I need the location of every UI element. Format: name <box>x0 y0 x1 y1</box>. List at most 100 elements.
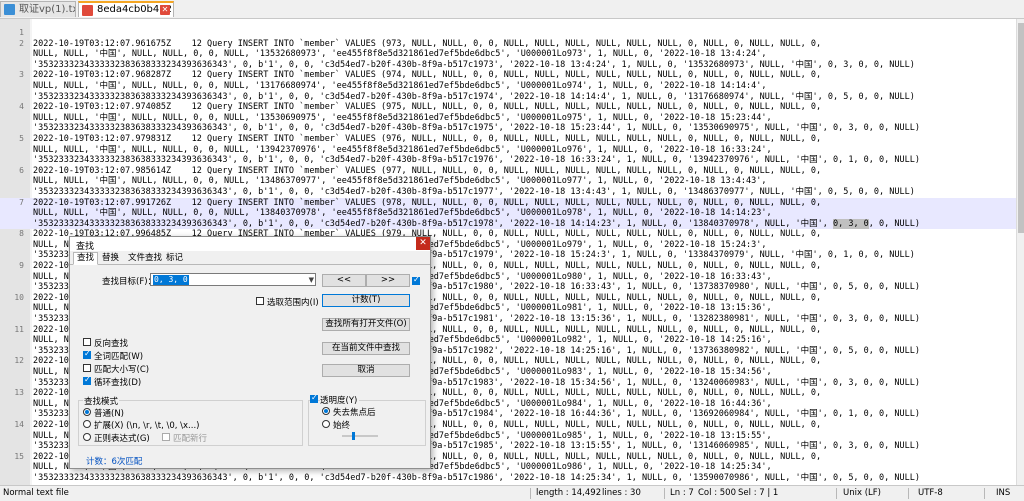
close-icon[interactable]: ✕ <box>416 237 430 250</box>
mode-extended-label: 扩展(X) (\n, \r, \t, \0, \x...) <box>94 421 200 431</box>
match-case-label: 匹配大小写(C) <box>94 365 150 375</box>
editor-line[interactable]: '3532333234333332383638333234393636343',… <box>0 187 1016 198</box>
line-number: 6 <box>19 165 24 175</box>
tab-mark[interactable]: 标记 <box>166 253 183 264</box>
editor-line[interactable]: '3532333234333332383638333234393636343',… <box>0 92 1016 103</box>
line-text-segment: '3532333234333332383638333234393636343',… <box>33 218 833 229</box>
editor-line[interactable]: NULL, NULL, '中国', NULL, NULL, 0, 0, NULL… <box>0 176 1016 187</box>
line-number: 14 <box>14 419 24 429</box>
line-number: 9 <box>19 261 24 271</box>
status-bar: Normal text file length : 14,492 lines :… <box>0 485 1024 501</box>
editor-line[interactable]: NULL, NULL, '中国', NULL, NULL, 0, 0, NULL… <box>0 113 1016 124</box>
line-text-segment: NULL, NULL, '中国', NULL, NULL, 0, 0, NULL… <box>33 49 767 60</box>
line-text: NULL, NULL, '中国', NULL, NULL, 0, 0, NULL… <box>33 113 772 124</box>
editor-line[interactable]: 5 2022-10-19T03:12:07.979831Z 12 Query IN… <box>0 134 1016 145</box>
chevron-down-icon[interactable]: ▼ <box>309 274 314 287</box>
in-selection-label: 选取范围内(I) <box>267 298 319 308</box>
cancel-button[interactable]: 取消 <box>322 364 410 377</box>
editor-line[interactable]: 3 2022-10-19T03:12:07.968287Z 12 Query IN… <box>0 70 1016 81</box>
file-type: Normal text file <box>3 488 69 498</box>
unsaved-file-icon <box>82 5 93 16</box>
line-text-segment: 2022-10-19T03:12:07.968287Z 12 Query INS… <box>33 70 822 81</box>
transparency-checkbox[interactable] <box>310 393 318 403</box>
editor-line[interactable]: '3532333234333332383638333234393636343',… <box>0 123 1016 134</box>
line-number: 13 <box>14 388 24 398</box>
trans-lose-focus-radio[interactable] <box>322 407 330 415</box>
line-text-segment: 2022-10-19T03:12:07.961675Z 12 Query INS… <box>33 38 822 49</box>
count-button[interactable]: 计数(T) <box>322 294 410 307</box>
tab-file-2[interactable]: 8eda4cb0b452.log ✕ <box>78 1 174 17</box>
dialog-titlebar[interactable]: 查找 ✕ <box>70 237 430 252</box>
vertical-scrollbar[interactable] <box>1016 19 1024 485</box>
trans-always-radio[interactable] <box>322 420 330 428</box>
editor-line[interactable]: 4 2022-10-19T03:12:07.974085Z 12 Query IN… <box>0 102 1016 113</box>
find-all-open-button[interactable]: 查找所有打开文件(O) <box>322 318 410 331</box>
mode-regex-label: 正则表达式(G) <box>94 434 150 444</box>
tab-replace[interactable]: 替换 <box>102 253 119 264</box>
find-all-current-button[interactable]: 在当前文件中查找 <box>322 342 410 355</box>
mode-normal-radio[interactable] <box>83 408 91 416</box>
line-text: '3532333234333332383638333234393636343',… <box>33 60 915 71</box>
line-text: NULL, NULL, '中国', NULL, NULL, 0, 0, NULL… <box>33 81 766 92</box>
line-text: 2022-10-19T03:12:07.991726Z 12 Query INS… <box>33 198 821 209</box>
mode-extended-radio[interactable] <box>83 420 91 428</box>
line-number: 15 <box>14 451 24 461</box>
scrollbar-thumb[interactable] <box>1018 23 1024 233</box>
tab-file-1[interactable]: 取证vp(1).txt <box>0 1 76 17</box>
line-text-segment: '3532333234333332383638333234393636343',… <box>33 59 915 70</box>
dialog-tabs: 查找 替换 文件查找 标记 <box>70 252 430 265</box>
dialog-title: 查找 <box>76 242 95 252</box>
doc-length: length : 14,492 <box>536 488 602 498</box>
find-dialog: 查找 ✕ 查找 替换 文件查找 标记 查找目标(F)： 0, 3, 0 ▼ <<… <box>69 236 431 469</box>
find-prev-button[interactable]: << <box>322 274 366 287</box>
editor-line[interactable]: NULL, NULL, '中国', NULL, NULL, 0, 0, NULL… <box>0 81 1016 92</box>
find-input-value: 0, 3, 0 <box>153 275 189 285</box>
line-text: '3532333234333332383638333234393636343',… <box>33 155 920 166</box>
in-selection-checkbox[interactable] <box>256 297 264 305</box>
direction-checkbox[interactable] <box>412 275 420 285</box>
backward-checkbox[interactable] <box>83 338 91 346</box>
line-text-segment: NULL, NULL, '中国', NULL, NULL, 0, 0, NULL… <box>33 144 772 155</box>
editor-line[interactable]: 1 <box>0 28 1016 39</box>
editor-line[interactable]: NULL, NULL, '中国', NULL, NULL, 0, 0, NULL… <box>0 145 1016 156</box>
selection-info: Sel : 7 | 1 <box>738 488 779 498</box>
match-whole-word-checkbox[interactable] <box>83 349 91 359</box>
close-tab-icon[interactable]: ✕ <box>160 5 170 15</box>
editor-line[interactable]: '3532333234333332383638333234393636343',… <box>0 60 1016 71</box>
line-text: NULL, NULL, '中国', NULL, NULL, 0, 0, NULL… <box>33 176 766 187</box>
line-text-segment: NULL, NULL, '中国', NULL, NULL, 0, 0, NULL… <box>33 80 767 91</box>
editor-line[interactable]: '3532333234333332383638333234393636343',… <box>0 473 1016 484</box>
wrap-around-checkbox[interactable] <box>83 375 91 385</box>
find-next-button[interactable]: >> <box>366 274 410 287</box>
editor-line[interactable]: 2 2022-10-19T03:12:07.961675Z 12 Query IN… <box>0 39 1016 50</box>
line-text-segment: '3532333234333332383638333234393636343',… <box>33 91 915 102</box>
transparency-slider[interactable] <box>342 432 378 440</box>
separator <box>984 488 985 499</box>
tab-find[interactable]: 查找 <box>73 252 99 265</box>
insert-mode[interactable]: INS <box>996 486 1010 501</box>
editor-line[interactable]: NULL, NULL, '中国', NULL, NULL, 0, 0, NULL… <box>0 49 1016 60</box>
line-text: '3532333234333332383638333234393636343',… <box>33 187 915 198</box>
find-input[interactable]: 0, 3, 0 ▼ <box>150 273 316 286</box>
transparency-label: 透明度(Y) <box>320 394 360 406</box>
tab-bar: 取证vp(1).txt 8eda4cb0b452.log ✕ <box>0 0 1024 19</box>
editor-line[interactable]: NULL, NULL, '中国', NULL, NULL, 0, 0, NULL… <box>0 208 1016 219</box>
editor-line[interactable]: '3532333234333332383638333234393636343',… <box>0 155 1016 166</box>
editor-line[interactable]: '3532333234333332383638333234393636343',… <box>0 218 1016 230</box>
match-case-checkbox[interactable] <box>83 364 91 372</box>
line-text-segment: 2022-10-19T03:12:07.985614Z 12 Query INS… <box>33 165 822 176</box>
editor-line[interactable]: 6 2022-10-19T03:12:07.985614Z 12 Query IN… <box>0 166 1016 177</box>
mode-regex-radio[interactable] <box>83 433 91 441</box>
tab-find-in-files[interactable]: 文件查找 <box>128 253 162 264</box>
eol-format[interactable]: Unix (LF) <box>843 486 881 501</box>
find-status-message: 计数：6次匹配 <box>86 457 143 467</box>
line-text-segment: '3532333234333332383638333234393636343',… <box>33 472 920 483</box>
cursor-line: Ln : 7 <box>670 488 694 498</box>
line-text: '3532333234333332383638333234393636343',… <box>33 92 915 103</box>
slider-knob[interactable] <box>352 432 355 440</box>
trans-lose-focus-label: 失去焦点后 <box>333 408 376 418</box>
dot-newline-checkbox[interactable] <box>162 433 170 441</box>
editor-line[interactable]: 7 2022-10-19T03:12:07.991726Z 12 Query IN… <box>0 197 1016 209</box>
encoding[interactable]: UTF-8 <box>918 486 943 501</box>
line-text-segment: '3532333234333332383638333234393636343',… <box>33 186 915 197</box>
